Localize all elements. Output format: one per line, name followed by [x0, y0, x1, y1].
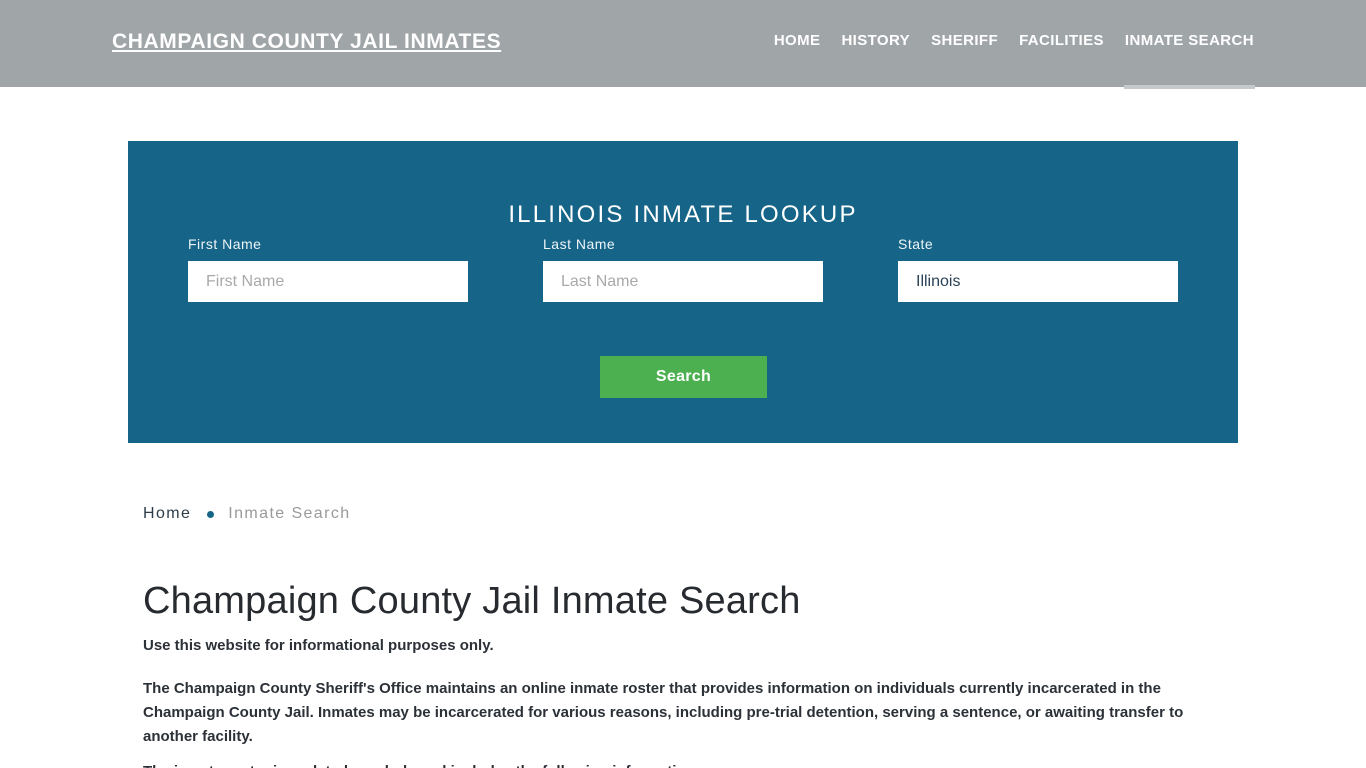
first-name-input[interactable] — [188, 261, 468, 302]
main-navigation: HOME HISTORY SHERIFF FACILITIES INMATE S… — [774, 32, 1256, 89]
site-header: CHAMPAIGN COUNTY JAIL INMATES HOME HISTO… — [0, 0, 1366, 89]
state-field-group: State Illinois — [898, 236, 1178, 302]
nav-item-facilities[interactable]: FACILITIES — [1019, 32, 1104, 49]
inmate-lookup-panel: ILLINOIS INMATE LOOKUP First Name Last N… — [128, 141, 1238, 443]
page-title: Champaign County Jail Inmate Search — [143, 580, 801, 622]
last-name-input[interactable] — [543, 261, 823, 302]
first-name-label: First Name — [188, 236, 262, 252]
informational-notice: Use this website for informational purpo… — [143, 637, 494, 654]
breadcrumb: Home Inmate Search — [143, 505, 351, 523]
panel-title: ILLINOIS INMATE LOOKUP — [508, 200, 858, 228]
state-select[interactable]: Illinois — [898, 261, 1178, 302]
search-button[interactable]: Search — [600, 356, 767, 398]
first-name-field-group: First Name — [188, 236, 468, 302]
intro-paragraph: The Champaign County Sheriff's Office ma… — [143, 680, 1184, 745]
nav-item-inmate-search[interactable]: INMATE SEARCH — [1123, 32, 1256, 89]
roster-info-paragraph: The inmate roster is updated regularly a… — [143, 760, 1195, 768]
site-logo[interactable]: CHAMPAIGN COUNTY JAIL INMATES — [112, 30, 501, 54]
breadcrumb-current: Inmate Search — [228, 505, 351, 522]
breadcrumb-home[interactable]: Home — [143, 505, 191, 523]
nav-item-home[interactable]: HOME — [774, 32, 821, 49]
breadcrumb-separator-dot-icon — [207, 510, 215, 518]
last-name-field-group: Last Name — [543, 236, 823, 302]
last-name-label: Last Name — [543, 236, 616, 252]
state-label: State — [898, 236, 934, 252]
nav-item-history[interactable]: HISTORY — [841, 32, 910, 49]
nav-item-sheriff[interactable]: SHERIFF — [931, 32, 998, 49]
